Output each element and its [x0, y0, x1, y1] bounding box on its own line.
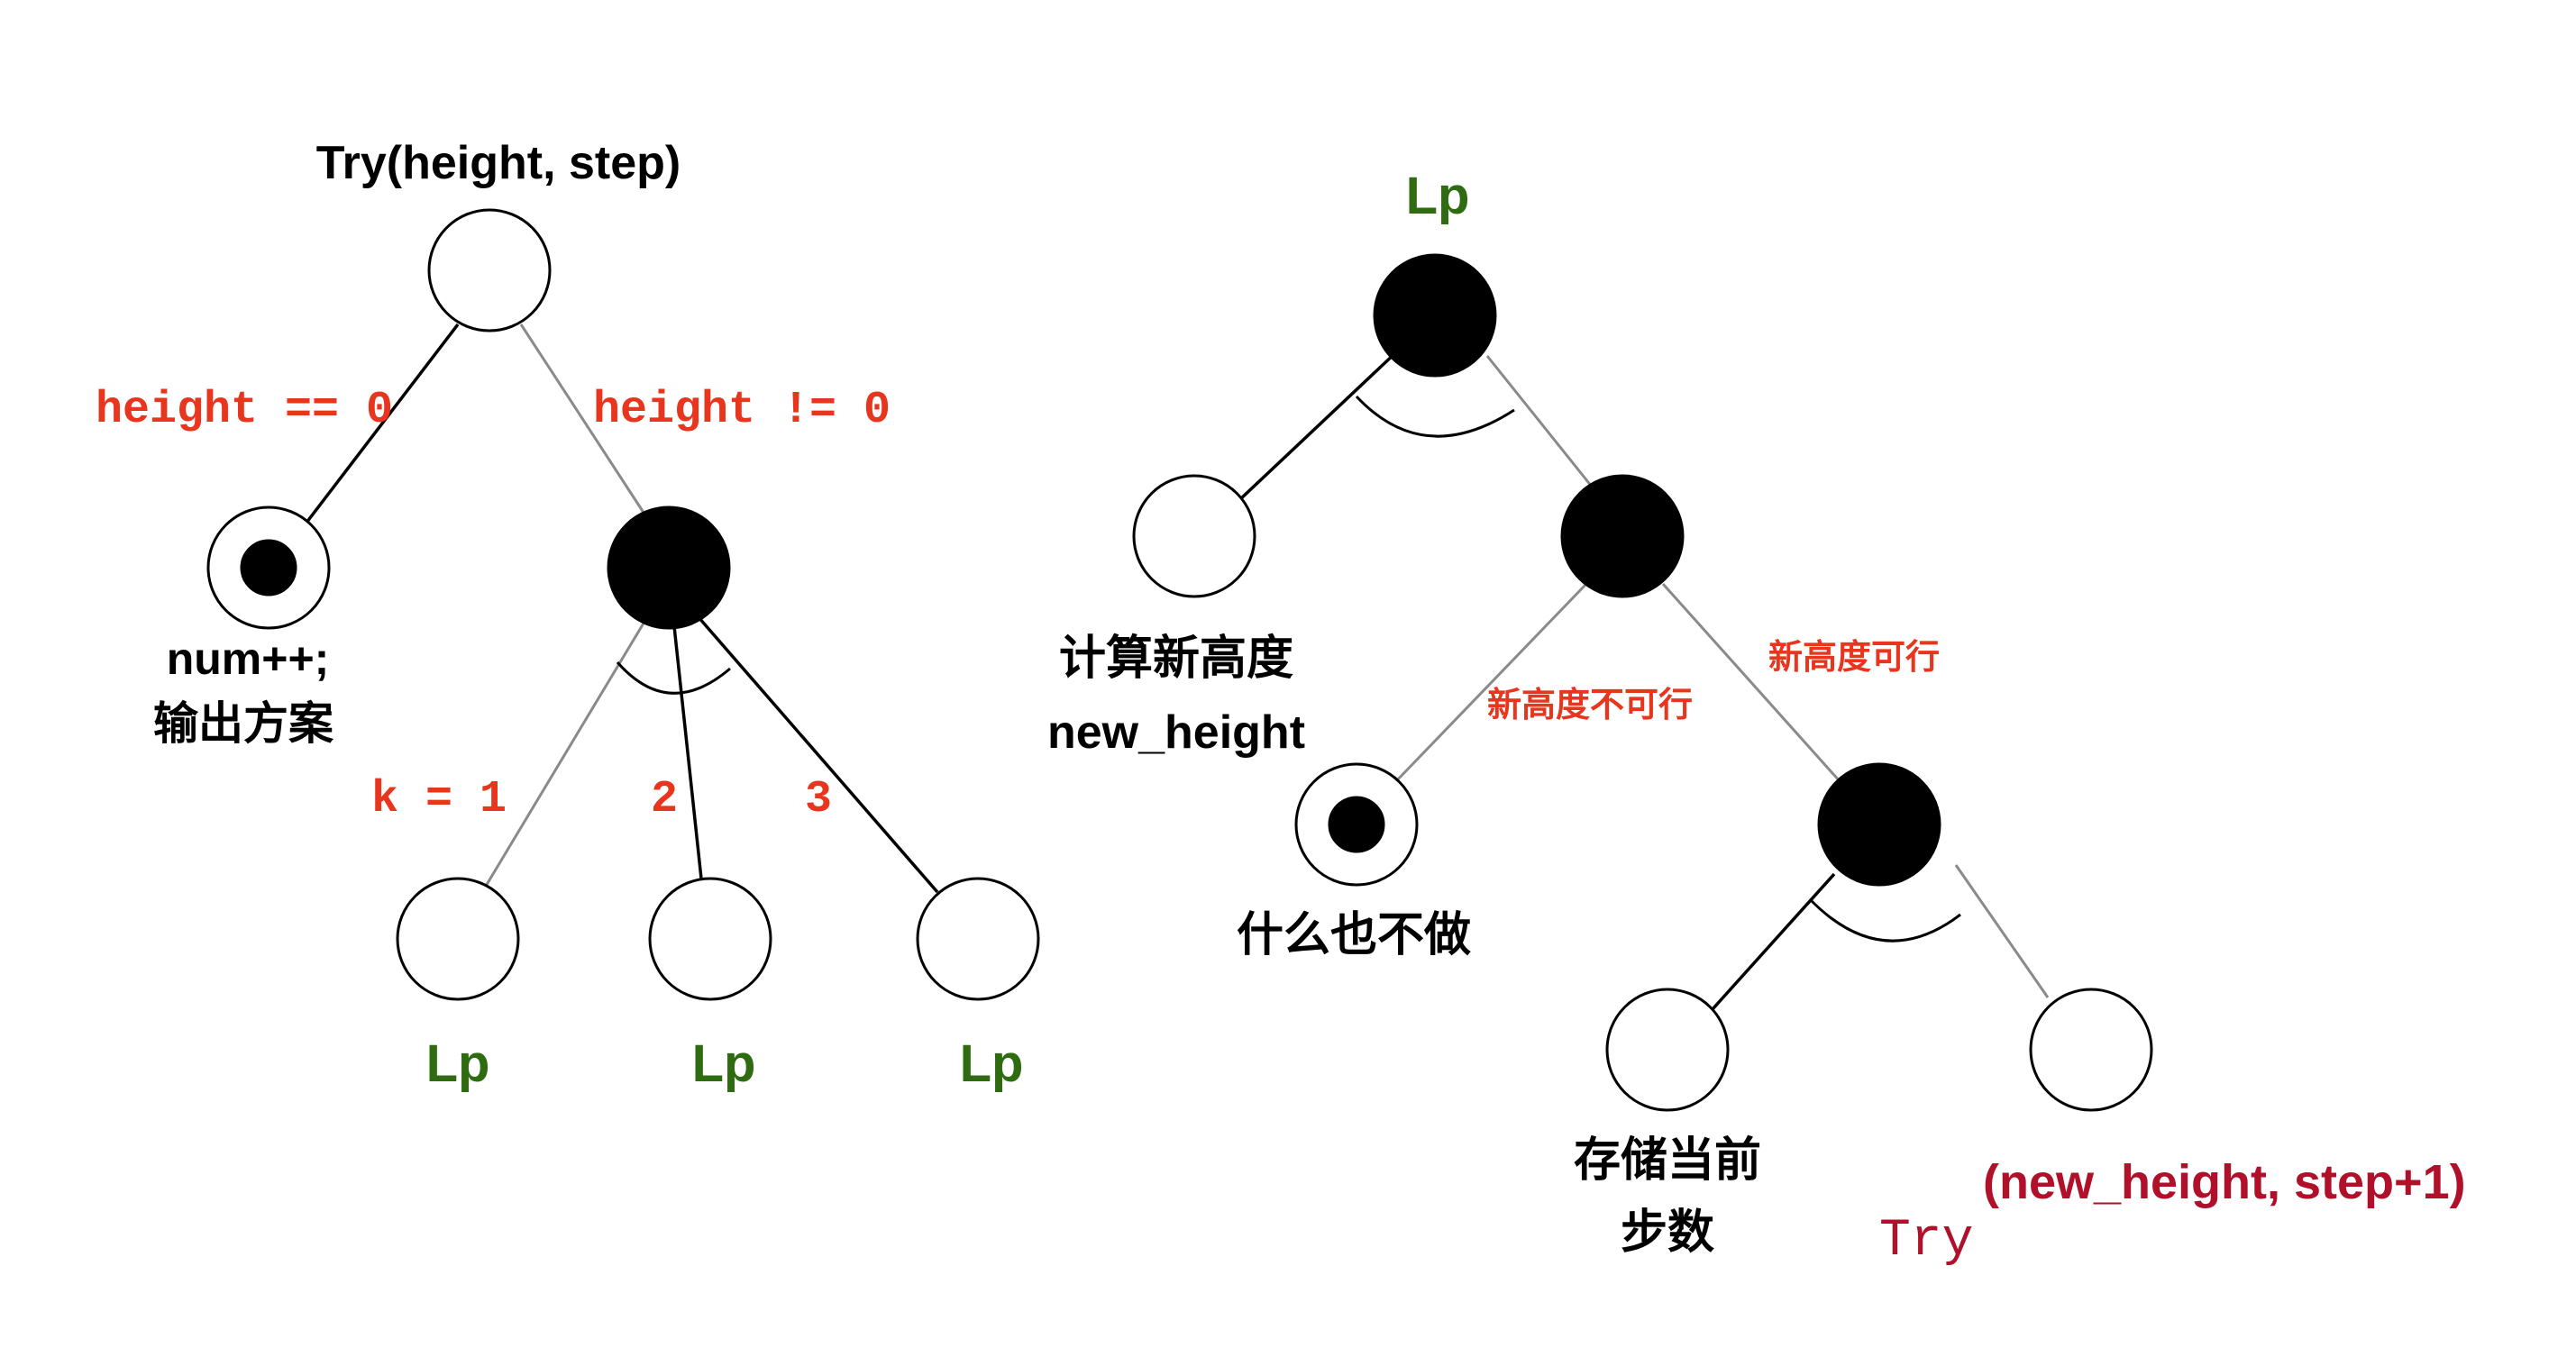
and-arc-left [616, 661, 731, 695]
and-node [607, 506, 731, 630]
store-label-line2: 步数 [1621, 1207, 1714, 1259]
leaf-label-num: num++; [167, 633, 330, 684]
k-label-1: k = 1 [371, 774, 507, 825]
edge-and-to-child-2 [672, 625, 703, 879]
and-arc-bottom [1810, 899, 1961, 943]
diagram-canvas: Try(height, step) height == 0 height != … [96, 137, 2466, 1271]
right-tree: Lp 计算新高度 new_height 新高度不可行 新高度可行 什么也不做 存… [1047, 167, 2466, 1271]
child-node-2 [648, 877, 772, 1001]
try-prefix-label: Try [1879, 1212, 1973, 1271]
child-label-lp-3: Lp [960, 1034, 1024, 1093]
edge-label-height-ne-0: height != 0 [593, 385, 891, 436]
edge-check-to-store [1661, 582, 1842, 784]
edge-and-to-child-1 [483, 621, 646, 888]
edge-label-height-eq-0: height == 0 [96, 385, 393, 436]
noop-label: 什么也不做 [1237, 909, 1471, 961]
check-node [1560, 474, 1685, 598]
save-step-node [1605, 988, 1730, 1112]
feasible-label: 新高度可行 [1768, 639, 1940, 677]
lp-root-label: Lp [1406, 167, 1470, 225]
compute-label-cn: 计算新高度 [1059, 633, 1293, 685]
root-label: Try(height, step) [316, 137, 681, 189]
leaf-label-output: 输出方案 [153, 698, 334, 749]
child-node-1 [396, 877, 520, 1001]
edge-store-to-try [1954, 864, 2050, 998]
try-args-label: (new_height, step+1) [1983, 1155, 2466, 1209]
infeasible-label: 新高度不可行 [1487, 687, 1693, 724]
noop-node-dot [1328, 796, 1385, 853]
edge-lp-to-compute [1238, 350, 1399, 502]
goal-leaf-dot [240, 539, 297, 597]
compute-node [1132, 474, 1256, 598]
store-and-node [1817, 762, 1941, 887]
store-label-line1: 存储当前 [1574, 1134, 1761, 1187]
k-label-3: 3 [805, 774, 832, 825]
compute-label-var: new_height [1047, 706, 1305, 759]
child-node-3 [916, 877, 1040, 1001]
child-label-lp-1: Lp [426, 1034, 490, 1093]
edge-store-to-save [1711, 872, 1836, 1011]
try-recursive-node [2029, 988, 2153, 1112]
root-node [427, 208, 552, 332]
k-label-2: 2 [651, 774, 678, 825]
and-arc-top [1355, 395, 1515, 438]
child-label-lp-2: Lp [692, 1034, 756, 1093]
left-tree: Try(height, step) height == 0 height != … [96, 137, 1040, 1093]
lp-root-node [1373, 253, 1497, 378]
edge-lp-to-check [1485, 355, 1597, 492]
edge-check-to-noop [1393, 582, 1588, 784]
edge-and-to-child-3 [697, 615, 939, 894]
